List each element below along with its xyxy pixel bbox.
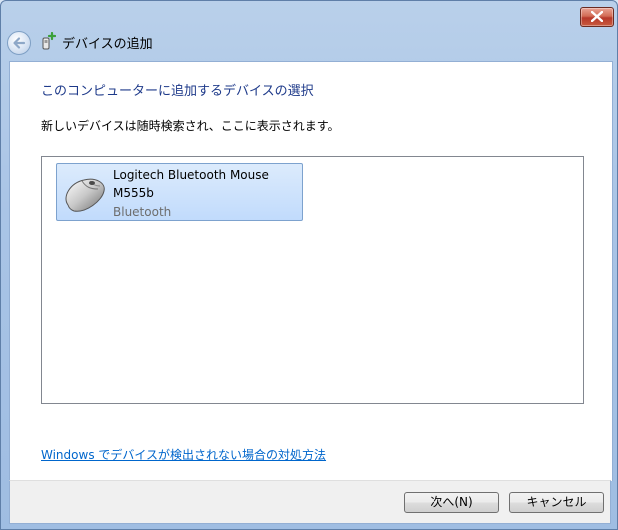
page-heading: このコンピューターに追加するデバイスの選択 — [41, 84, 314, 99]
page-description: 新しいデバイスは随時検索され、ここに表示されます。 — [41, 119, 340, 133]
device-name: Logitech Bluetooth Mouse — [113, 168, 269, 182]
window-frame: デバイスの追加 このコンピューターに追加するデバイスの選択 新しいデバイスは随時… — [0, 0, 618, 530]
next-button[interactable]: 次へ(N) — [404, 492, 499, 513]
device-type: Bluetooth — [113, 205, 172, 219]
help-link[interactable]: Windows でデバイスが検出されない場合の対処方法 — [41, 446, 326, 463]
window-title: デバイスの追加 — [62, 37, 153, 52]
cancel-button[interactable]: キャンセル — [509, 492, 604, 513]
button-bar: 次へ(N) キャンセル — [9, 480, 611, 524]
add-device-icon — [40, 31, 57, 50]
back-arrow-icon — [13, 37, 26, 49]
mouse-icon — [65, 178, 105, 212]
device-item[interactable]: Logitech Bluetooth Mouse M555b Bluetooth — [56, 163, 303, 221]
close-x-icon — [591, 11, 603, 22]
device-list[interactable]: Logitech Bluetooth Mouse M555b Bluetooth — [41, 156, 584, 404]
back-button[interactable] — [7, 31, 31, 55]
device-model: M555b — [113, 186, 154, 200]
content-area: このコンピューターに追加するデバイスの選択 新しいデバイスは随時検索され、ここに… — [9, 61, 613, 481]
close-button[interactable] — [580, 7, 614, 27]
